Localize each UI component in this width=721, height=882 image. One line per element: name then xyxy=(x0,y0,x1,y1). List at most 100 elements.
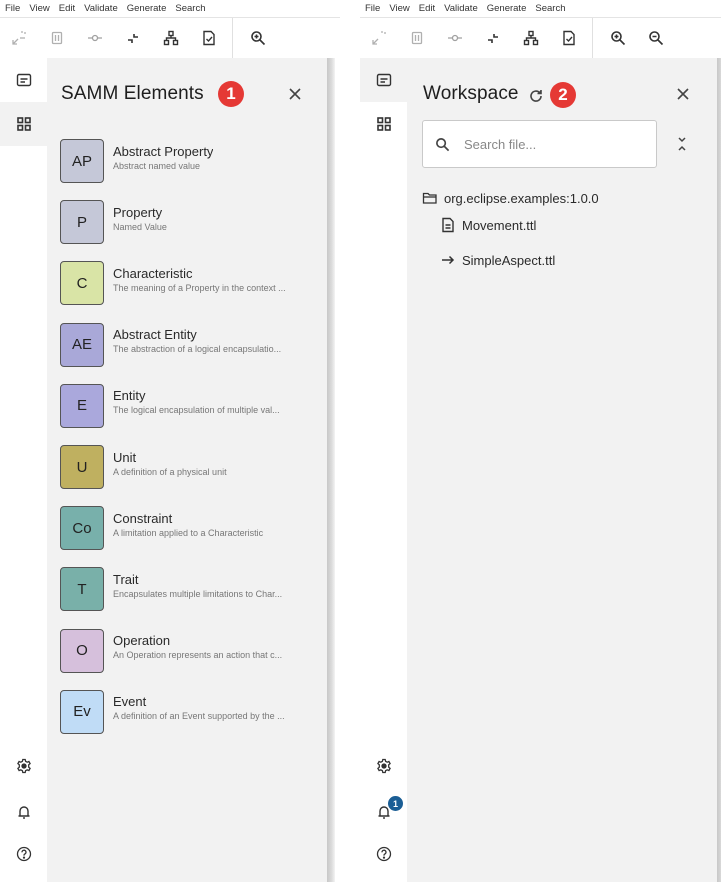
sidebar-workspace-button[interactable] xyxy=(360,58,407,102)
zoom-in-icon xyxy=(611,31,626,46)
menu-edit[interactable]: Edit xyxy=(59,3,75,14)
menu-bar: File View Edit Validate Generate Search xyxy=(0,0,340,18)
connect-icon xyxy=(88,34,102,42)
element-description: A definition of an Event supported by th… xyxy=(113,711,285,722)
element-text: Entity The logical encapsulation of multi… xyxy=(113,388,280,415)
delete-icon xyxy=(411,31,423,45)
menu-validate[interactable]: Validate xyxy=(84,3,118,14)
menu-edit[interactable]: Edit xyxy=(419,3,435,14)
format-button[interactable] xyxy=(474,18,512,58)
element-description: A definition of a physical unit xyxy=(113,466,227,477)
zoom-out-icon xyxy=(649,31,664,46)
file-node-simpleaspect[interactable]: SimpleAspect.ttl xyxy=(440,252,555,268)
element-name: Property xyxy=(113,204,163,220)
menu-search[interactable]: Search xyxy=(175,3,205,14)
settings-button[interactable] xyxy=(0,748,47,784)
sidebar-elements-button[interactable] xyxy=(360,102,407,146)
settings-gear-icon xyxy=(376,758,391,774)
expand-collapse-button[interactable] xyxy=(360,18,398,58)
element-description: Encapsulates multiple limitations to Cha… xyxy=(113,588,283,599)
samm-element-item[interactable]: P Property Named Value xyxy=(60,199,320,245)
menu-generate[interactable]: Generate xyxy=(127,3,167,14)
element-text: Trait Encapsulates multiple limitations t… xyxy=(113,572,282,599)
panel-resize-edge[interactable] xyxy=(717,58,721,882)
zoom-in-button[interactable] xyxy=(599,18,637,58)
file-node-movement[interactable]: Movement.ttl xyxy=(440,217,536,233)
namespace-node[interactable]: org.eclipse.examples:1.0.0 xyxy=(422,190,599,206)
settings-button[interactable] xyxy=(360,748,407,784)
validate-button[interactable] xyxy=(550,18,588,58)
element-name: Constraint xyxy=(113,510,173,526)
element-name: Abstract Property xyxy=(113,143,214,159)
element-name: Event xyxy=(113,694,147,710)
notifications-bell-icon xyxy=(18,806,29,819)
connect-icon xyxy=(448,34,462,42)
menu-file[interactable]: File xyxy=(365,3,380,14)
file-search-field[interactable] xyxy=(422,120,657,168)
connect-button[interactable] xyxy=(76,18,114,58)
element-text: Abstract Entity The abstraction of a logi… xyxy=(113,327,281,354)
element-type-badge: Ev xyxy=(60,689,104,734)
workspace-screen: File View Edit Validate Generate Search xyxy=(360,0,721,882)
sidebar-elements-button[interactable] xyxy=(0,102,47,146)
samm-element-item[interactable]: AP Abstract Property Abstract named value xyxy=(60,138,320,184)
notifications-button[interactable]: 1 xyxy=(360,794,407,830)
delete-button[interactable] xyxy=(38,18,76,58)
workspace-folder-icon xyxy=(376,73,391,87)
close-panel-button[interactable] xyxy=(285,84,305,104)
samm-element-item[interactable]: O Operation An Operation represents an act… xyxy=(60,628,320,674)
element-type-badge: C xyxy=(60,261,104,306)
close-panel-button[interactable] xyxy=(673,84,693,104)
elements-grid-icon xyxy=(16,117,31,131)
element-name: Operation xyxy=(113,633,171,649)
notifications-button[interactable] xyxy=(0,794,47,830)
samm-element-item[interactable]: U Unit A definition of a physical unit xyxy=(60,444,320,490)
format-button[interactable] xyxy=(114,18,152,58)
menu-view[interactable]: View xyxy=(389,3,409,14)
samm-element-item[interactable]: C Characteristic The meaning of a Property… xyxy=(60,260,320,306)
search-input[interactable] xyxy=(464,136,634,152)
toolbar xyxy=(0,18,340,58)
zoom-in-icon xyxy=(251,31,266,46)
help-icon xyxy=(376,846,391,862)
element-text: Characteristic The meaning of a Property … xyxy=(113,266,286,293)
namespace-label: org.eclipse.examples:1.0.0 xyxy=(444,190,599,206)
samm-element-item[interactable]: Co Constraint A limitation applied to a Ch… xyxy=(60,505,320,551)
collapse-expand-icon xyxy=(372,31,386,45)
connect-button[interactable] xyxy=(436,18,474,58)
file-name: SimpleAspect.ttl xyxy=(462,252,556,268)
delete-icon xyxy=(51,31,63,45)
toolbar xyxy=(360,18,721,58)
element-description: The logical encapsulation of multiple va… xyxy=(113,405,280,416)
samm-elements-screen: File View Edit Validate Generate Search xyxy=(0,0,340,882)
sidebar-workspace-button[interactable] xyxy=(0,58,47,102)
samm-element-item[interactable]: T Trait Encapsulates multiple limitations … xyxy=(60,566,320,612)
menu-view[interactable]: View xyxy=(29,3,49,14)
element-type-badge: AE xyxy=(60,322,104,367)
toolbar-separator xyxy=(232,18,233,58)
samm-element-item[interactable]: E Entity The logical encapsulation of mult… xyxy=(60,383,320,429)
zoom-out-button[interactable] xyxy=(637,18,675,58)
zoom-in-button[interactable] xyxy=(239,18,277,58)
samm-element-item[interactable]: AE Abstract Entity The abstraction of a lo… xyxy=(60,322,320,368)
refresh-button[interactable] xyxy=(528,88,544,104)
element-description: Named Value xyxy=(113,221,167,232)
menu-generate[interactable]: Generate xyxy=(487,3,527,14)
expand-collapse-button[interactable] xyxy=(0,18,38,58)
menu-validate[interactable]: Validate xyxy=(444,3,478,14)
help-icon xyxy=(16,846,31,862)
layout-button[interactable] xyxy=(512,18,550,58)
delete-button[interactable] xyxy=(398,18,436,58)
menu-search[interactable]: Search xyxy=(535,3,565,14)
samm-elements-panel: SAMM Elements 1 AP Abstract Property Abstr… xyxy=(47,58,327,882)
panel-resize-edge[interactable] xyxy=(327,58,335,882)
samm-element-item[interactable]: Ev Event A definition of an Event supporte… xyxy=(60,689,320,735)
close-icon xyxy=(677,88,689,100)
element-type-badge: P xyxy=(60,200,104,245)
layout-button[interactable] xyxy=(152,18,190,58)
collapse-all-button[interactable] xyxy=(672,134,692,154)
help-button[interactable] xyxy=(0,836,47,872)
help-button[interactable] xyxy=(360,836,407,872)
validate-button[interactable] xyxy=(190,18,228,58)
menu-file[interactable]: File xyxy=(5,3,20,14)
